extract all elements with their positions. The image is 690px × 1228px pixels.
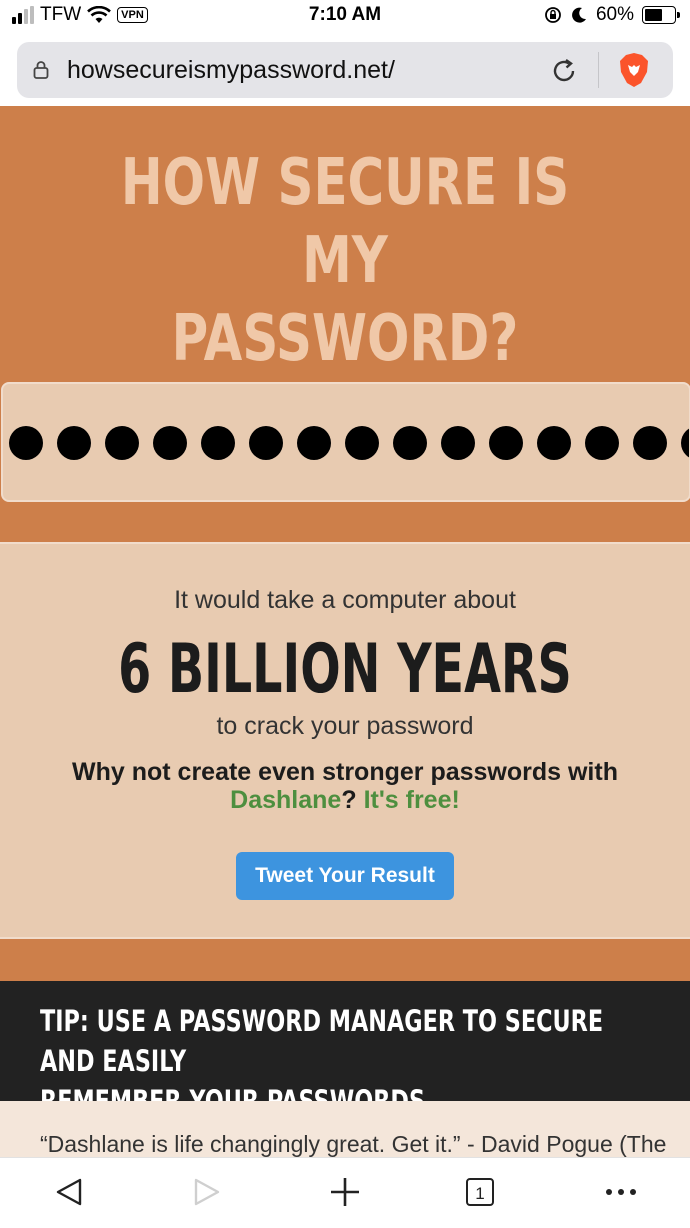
address-bar[interactable]: howsecureismypassword.net/ xyxy=(17,42,673,98)
more-menu-icon[interactable] xyxy=(601,1172,641,1212)
result-intro: It would take a computer about xyxy=(174,586,516,614)
orientation-lock-icon xyxy=(545,7,561,23)
status-right: 60% xyxy=(544,4,680,26)
password-mask xyxy=(9,426,689,460)
testimonial: “Dashlane is life changingly great. Get … xyxy=(0,1101,690,1157)
tip-banner: TIP: USE A PASSWORD MANAGER TO SECURE AN… xyxy=(0,981,690,1118)
promo-qmark: ? xyxy=(341,786,357,814)
reload-icon[interactable] xyxy=(549,56,579,86)
promo-prefix: Why not create even stronger passwords w… xyxy=(72,758,618,786)
dashlane-link[interactable]: Dashlane xyxy=(230,786,341,814)
address-bar-divider xyxy=(598,52,599,88)
tip-line-1: TIP: USE A PASSWORD MANAGER TO SECURE AN… xyxy=(40,1004,604,1078)
bottom-toolbar: 1 xyxy=(0,1157,690,1228)
brave-lion-icon[interactable] xyxy=(617,52,651,88)
testimonial-text: “Dashlane is life changingly great. Get … xyxy=(40,1131,667,1157)
hero-section: HOW SECURE IS MY PASSWORD? xyxy=(0,106,690,542)
page-title: HOW SECURE IS MY PASSWORD? xyxy=(76,144,614,378)
result-outro: to crack your password xyxy=(216,712,474,740)
result-panel: It would take a computer about 6 BILLION… xyxy=(0,542,690,939)
lock-icon xyxy=(33,61,49,79)
battery-icon xyxy=(642,6,680,24)
tweet-result-button[interactable]: Tweet Your Result xyxy=(236,852,454,900)
section-spacer xyxy=(0,939,690,981)
forward-icon[interactable] xyxy=(186,1172,226,1212)
new-tab-icon[interactable] xyxy=(325,1172,365,1212)
battery-percent: 60% xyxy=(595,4,634,25)
promo-text: Why not create even stronger passwords w… xyxy=(30,758,660,814)
crack-time: 6 BILLION YEARS xyxy=(118,630,572,709)
status-bar: TFW VPN 7:10 AM 60% xyxy=(0,0,690,34)
url-text[interactable]: howsecureismypassword.net/ xyxy=(67,56,395,85)
password-input[interactable] xyxy=(1,382,690,502)
free-link[interactable]: It's free! xyxy=(364,786,460,814)
tab-switcher-button[interactable]: 1 xyxy=(466,1178,494,1206)
back-icon[interactable] xyxy=(50,1172,90,1212)
browser-chrome: howsecureismypassword.net/ xyxy=(0,34,690,106)
title-line-2: PASSWORD? xyxy=(171,302,519,376)
moon-icon xyxy=(572,7,586,23)
title-line-1: HOW SECURE IS MY xyxy=(120,146,570,298)
